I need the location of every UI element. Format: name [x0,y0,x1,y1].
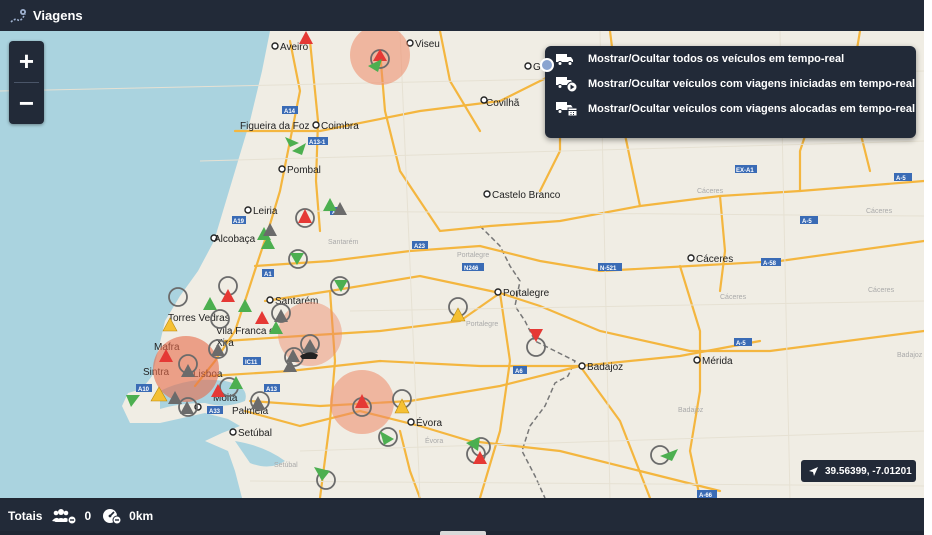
toggle-allocated-trips-label: Mostrar/Ocultar veículos com viagens alo… [588,102,916,115]
svg-text:Leiria: Leiria [253,206,278,217]
svg-text:Cáceres: Cáceres [868,287,895,294]
svg-text:A13: A13 [266,387,278,393]
totals-count: 0 [84,508,92,523]
svg-text:A-58: A-58 [763,261,777,267]
svg-text:Viseu: Viseu [415,39,440,50]
svg-text:Castelo Branco: Castelo Branco [492,190,561,201]
svg-text:A33: A33 [209,409,221,415]
app-window: Viagens A14 A13-1 A19 A23 N246 N-521 EX-… [0,0,932,535]
svg-text:Évora: Évora [425,436,443,445]
svg-text:A-5: A-5 [802,219,812,225]
svg-text:Portalegre: Portalegre [457,252,489,259]
svg-text:A19: A19 [233,219,245,225]
svg-text:N-521: N-521 [600,266,617,272]
zoom-control: + − [9,41,44,124]
toggle-started-trips-label: Mostrar/Ocultar veículos com viagens ini… [588,77,916,90]
truck-icon [555,49,579,69]
truck-calendar-icon [555,99,579,119]
svg-text:A10: A10 [138,387,150,393]
svg-text:IC11: IC11 [245,360,258,366]
coordinates-text: 39.56399, -7.01201 [825,465,912,477]
totals-bar: Totais 0 0km [0,500,924,531]
zoom-out-button[interactable]: − [9,83,44,124]
vehicle-toggle-panel: Mostrar/Ocultar todos os veículos em tem… [540,46,916,138]
panel-anchor-dot [540,58,554,72]
zoom-in-button[interactable]: + [9,41,44,82]
svg-text:Badajoz: Badajoz [678,407,704,414]
svg-text:Mérida: Mérida [702,356,733,367]
toggle-started-trips[interactable]: Mostrar/Ocultar veículos com viagens ini… [545,71,916,96]
svg-text:A-66: A-66 [699,493,713,498]
svg-text:A1: A1 [264,272,272,278]
svg-text:EX-A1: EX-A1 [736,168,754,174]
totals-label: Totais [8,508,43,523]
svg-text:A23: A23 [414,244,426,250]
toggle-all-vehicles[interactable]: Mostrar/Ocultar todos os veículos em tem… [545,46,916,71]
svg-text:Cáceres: Cáceres [866,208,893,215]
navigation-arrow-icon [808,466,819,477]
svg-text:Santarém: Santarém [328,239,359,246]
svg-text:Portalegre: Portalegre [466,321,498,328]
svg-text:Torres Vedras: Torres Vedras [168,313,230,324]
right-edge [924,0,932,535]
totals-distance: 0km [129,508,154,523]
svg-text:A6: A6 [515,369,523,375]
svg-text:Covilhã: Covilhã [486,98,520,109]
svg-text:Évora: Évora [416,416,443,429]
svg-text:A13-1: A13-1 [309,140,326,146]
svg-text:Badajoz: Badajoz [587,362,623,373]
svg-text:Setúbal: Setúbal [238,428,272,439]
svg-text:A-5: A-5 [896,176,906,182]
svg-text:Alcobaça: Alcobaça [214,234,256,245]
svg-text:Setúbal: Setúbal [274,462,298,469]
cursor-coordinates: 39.56399, -7.01201 [801,460,916,482]
toggle-allocated-trips[interactable]: Mostrar/Ocultar veículos com viagens alo… [545,96,916,121]
svg-text:A-5: A-5 [736,341,746,347]
svg-text:N246: N246 [464,266,479,272]
distance-gauge-icon [101,507,123,525]
toggle-all-vehicles-label: Mostrar/Ocultar todos os veículos em tem… [588,52,845,65]
svg-text:Figueira da Foz: Figueira da Foz [240,121,309,132]
svg-text:Cáceres: Cáceres [696,254,733,265]
svg-text:Portalegre: Portalegre [503,288,550,299]
svg-text:Cáceres: Cáceres [697,188,724,195]
header-bar: Viagens [0,0,924,31]
svg-text:Cáceres: Cáceres [720,294,747,301]
bottom-drag-handle[interactable] [440,531,486,535]
svg-text:Coimbra: Coimbra [321,121,359,132]
truck-play-icon [555,74,579,94]
svg-text:A14: A14 [284,109,296,115]
page-title: Viagens [33,8,83,23]
drivers-group-icon [52,507,78,525]
svg-text:Badajoz: Badajoz [897,352,923,359]
route-pin-icon [9,7,27,25]
svg-text:Pombal: Pombal [287,165,321,176]
